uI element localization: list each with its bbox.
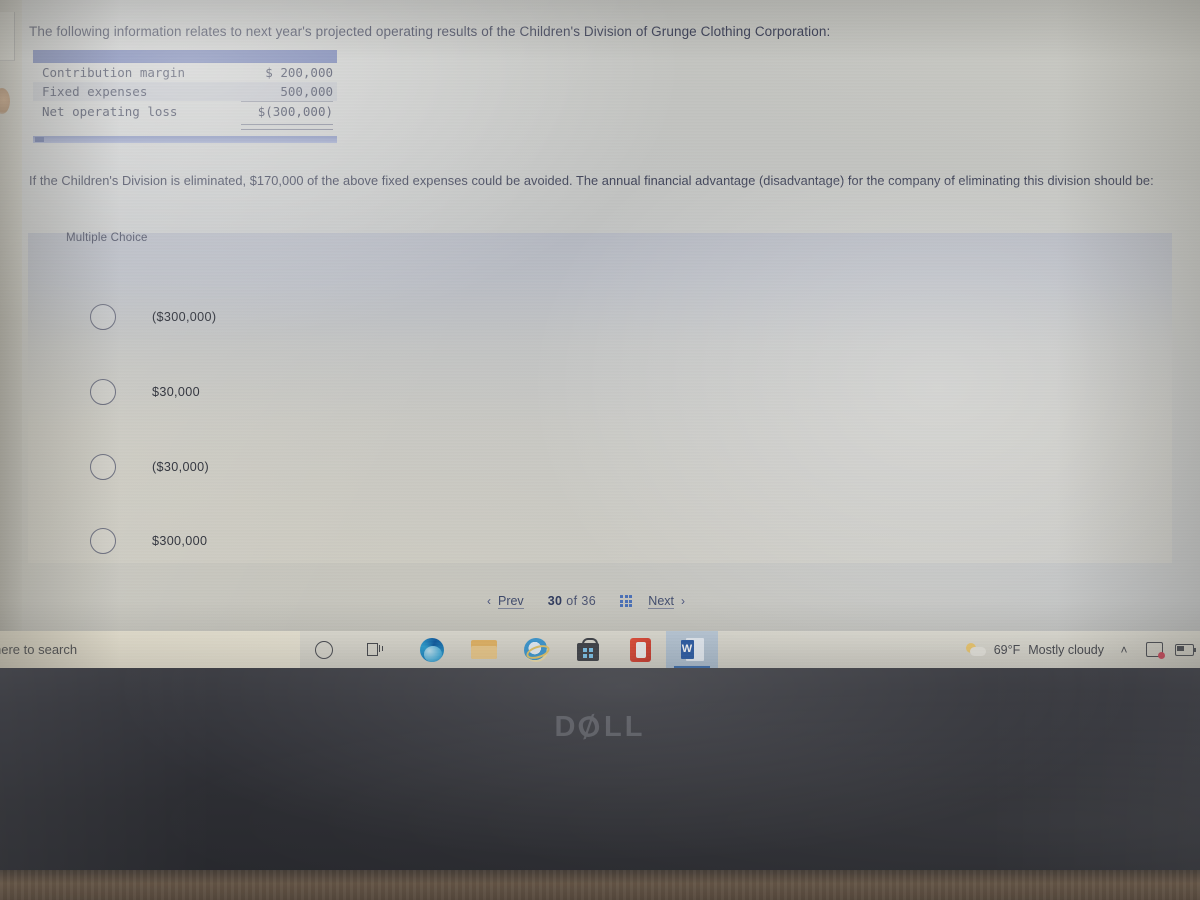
answer-panel: Multiple Choice ($300,000) $30,000 ($30,… — [28, 232, 1172, 563]
answer-option-label: $30,000 — [152, 385, 200, 399]
tray-overflow-button[interactable]: ˄ — [1114, 641, 1134, 659]
answer-option-label: $300,000 — [152, 534, 208, 548]
system-tray: 69°F Mostly cloudy ˄ — [965, 631, 1196, 668]
taskbar-app-microsoft-store[interactable] — [562, 631, 614, 668]
table-row-label: Contribution margin — [42, 65, 185, 80]
screenshot-root: The following information relates to nex… — [0, 0, 1200, 900]
table-row: Fixed expenses 500,000 — [33, 82, 337, 101]
multiple-choice-label: Multiple Choice — [66, 232, 148, 244]
battery-icon — [1174, 643, 1196, 656]
bezel-sheen — [0, 668, 1200, 900]
folder-icon — [471, 640, 497, 659]
taskbar-app-word[interactable]: W — [666, 631, 718, 668]
question-stem: The following information relates to nex… — [29, 24, 831, 39]
answer-option[interactable]: ($300,000) — [28, 291, 1172, 343]
table-header-bar — [33, 50, 337, 63]
chevron-right-icon: › — [681, 594, 685, 608]
radio-button-icon[interactable] — [90, 454, 116, 480]
prev-label: Prev — [497, 593, 524, 609]
grid-view-icon[interactable] — [620, 594, 633, 608]
dell-logo-ll: LL — [604, 711, 646, 743]
table-row: Contribution margin $ 200,000 — [33, 63, 337, 82]
question-tail: If the Children's Division is eliminated… — [29, 173, 1154, 188]
taskbar-app-internet-explorer[interactable] — [510, 631, 562, 668]
page-counter: 30 of 36 — [540, 594, 604, 608]
next-label: Next — [648, 593, 674, 609]
desk-wood-grain — [0, 870, 1200, 900]
current-question-number: 30 — [547, 594, 563, 608]
prev-question-button[interactable]: ‹ Prev — [487, 594, 524, 609]
weather-widget[interactable]: 69°F Mostly cloudy — [965, 642, 1104, 658]
taskbar-search-box[interactable]: here to search — [0, 631, 300, 668]
table-row-amount: 500,000 — [265, 84, 333, 99]
battery-button[interactable] — [1174, 641, 1196, 659]
internet-explorer-icon — [524, 637, 548, 662]
task-view-button[interactable] — [353, 631, 397, 668]
desk-surface — [0, 870, 1200, 900]
chevron-up-icon: ˄ — [1120, 642, 1128, 657]
total-double-rule — [241, 124, 333, 130]
radio-button-icon[interactable] — [90, 304, 116, 330]
search-placeholder-text: here to search — [0, 642, 78, 657]
taskbar-app-buttons: W — [406, 631, 718, 668]
table-footer-bar — [33, 136, 337, 143]
answer-option[interactable]: ($30,000) — [28, 441, 1172, 493]
notification-icon — [1145, 642, 1165, 659]
total-question-count: 36 — [581, 594, 597, 608]
word-icon-letter: W — [680, 640, 694, 659]
financial-table: Contribution margin $ 200,000 Fixed expe… — [33, 50, 337, 143]
table-row-label: Net operating loss — [42, 104, 178, 119]
word-icon: W — [680, 638, 704, 661]
radio-button-icon[interactable] — [90, 528, 116, 554]
background-window-chip — [0, 12, 15, 61]
next-question-button[interactable]: Next › — [648, 594, 685, 609]
answer-option[interactable]: $300,000 — [28, 515, 1172, 567]
table-row-amount: $ 200,000 — [265, 65, 333, 80]
answer-option[interactable]: $30,000 — [28, 366, 1172, 418]
taskbar-app-file-explorer[interactable] — [458, 631, 510, 668]
windows-taskbar: here to search W 69°F Mostly cloudy ˄ — [0, 631, 1200, 668]
monitor-bezel: DØLL — [0, 668, 1200, 900]
chevron-left-icon: ‹ — [486, 594, 491, 608]
table-row-label: Fixed expenses — [42, 84, 148, 99]
notification-tray-button[interactable] — [1144, 641, 1165, 659]
cortana-button[interactable] — [302, 631, 346, 668]
cortana-circle-icon — [315, 640, 333, 659]
office-icon — [629, 637, 651, 662]
weather-condition: Mostly cloudy — [1028, 642, 1104, 657]
partly-cloudy-icon — [965, 642, 986, 658]
table-row: Net operating loss $(300,000) — [33, 102, 337, 121]
dell-logo: DØLL — [0, 708, 1200, 746]
monitor-screen: The following information relates to nex… — [0, 0, 1200, 700]
table-row-amount: $(300,000) — [257, 104, 333, 119]
edge-icon — [420, 637, 444, 662]
radio-button-icon[interactable] — [90, 379, 116, 405]
taskbar-app-office[interactable] — [614, 631, 666, 668]
of-label: of — [566, 594, 578, 608]
store-bag-icon — [577, 638, 599, 661]
taskbar-app-microsoft-edge[interactable] — [406, 631, 458, 668]
answer-option-label: ($300,000) — [152, 310, 217, 324]
answer-option-label: ($30,000) — [152, 460, 210, 474]
task-view-icon — [366, 643, 384, 656]
weather-temperature: 69°F — [993, 642, 1021, 657]
question-pager: ‹ Prev 30 of 36 Next › — [0, 588, 1172, 614]
